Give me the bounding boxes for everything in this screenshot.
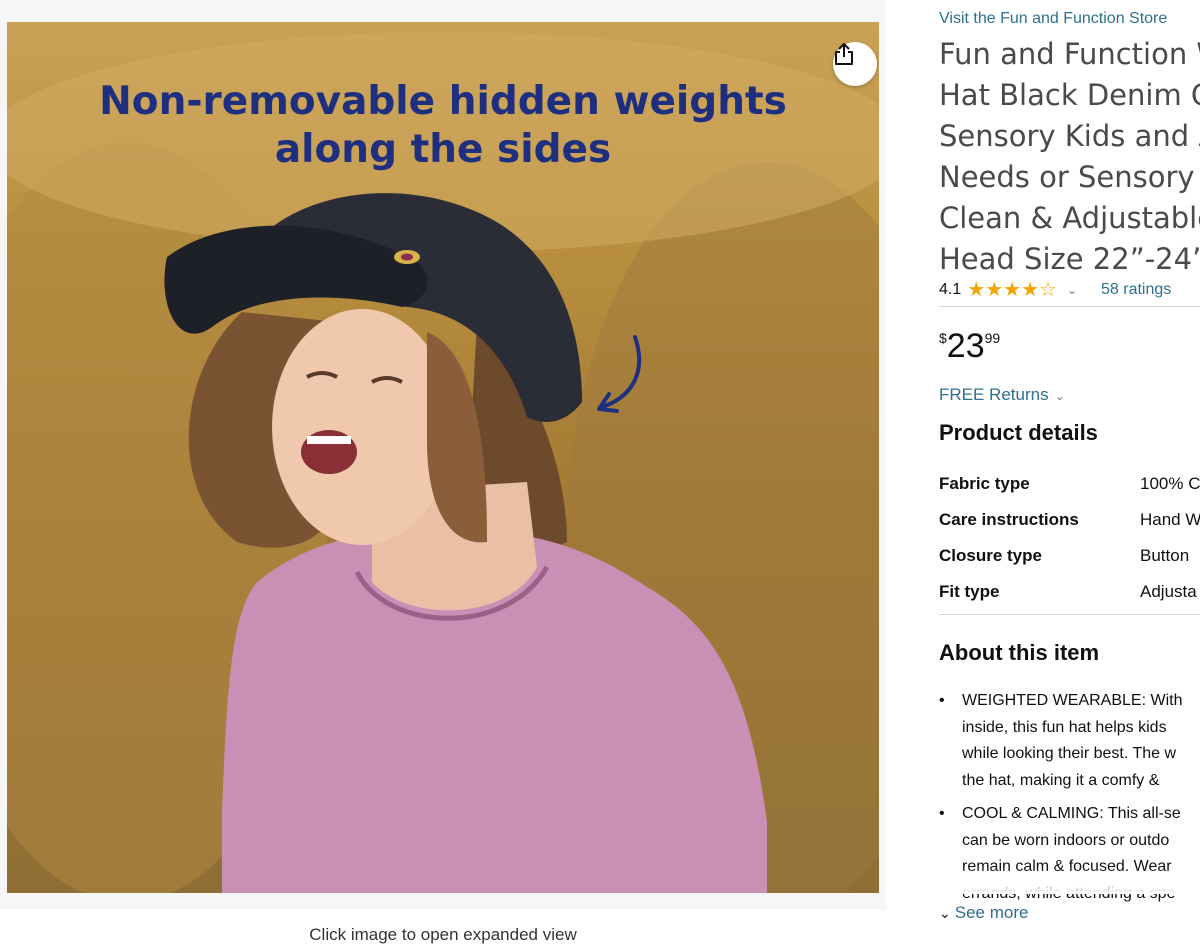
product-details-table: Fabric type 100% C Care instructions Han… [939,466,1200,610]
star-rating[interactable]: ★ ★ ★ ★ ☆ [967,280,1057,300]
share-button[interactable] [833,42,877,86]
share-icon [835,43,853,65]
chevron-down-icon: ⌄ [1054,389,1065,403]
ratings-count-link[interactable]: 58 ratings [1101,281,1171,299]
spec-label: Fabric type [939,474,1030,493]
table-row: Care instructions Hand W [939,502,1200,538]
divider [939,614,1200,615]
chevron-down-icon[interactable]: ⌄ [1067,283,1077,297]
price-whole: 23 [946,327,985,365]
expand-caption: Click image to open expanded view [309,925,577,944]
product-title: Fun and Function W Hat Black Denim Ca Se… [939,37,1200,276]
rating-row: 4.1 ★ ★ ★ ★ ☆ ⌄ 58 ratings [939,280,1171,300]
table-row: Fit type Adjusta [939,574,1200,610]
image-headline: Non-removable hidden weights along the s… [99,79,787,172]
see-more-button[interactable]: ⌄ See more [939,903,1028,923]
table-row: Closure type Button [939,538,1200,574]
price-symbol: $ [939,330,947,346]
star-empty-icon: ☆ [1039,279,1057,301]
star-filled-icon: ★ [1021,279,1039,301]
product-details-heading: Product details [939,420,1098,445]
list-item: WEIGHTED WEARABLE: With inside, this fun… [939,688,1200,794]
star-filled-icon: ★ [967,279,986,301]
spec-value: 100% C [1140,474,1200,493]
rating-value: 4.1 [939,281,962,298]
spec-label: Closure type [939,546,1042,565]
price-fraction: 99 [984,330,1001,346]
price: $2399 [939,326,1000,366]
image-panel: Non-removable hidden weights along the s… [0,0,886,944]
see-more-label: See more [954,903,1029,922]
divider [939,306,1200,307]
star-filled-icon: ★ [985,279,1004,301]
table-row: Fabric type 100% C [939,466,1200,502]
spec-label: Fit type [939,582,1000,601]
spec-value: Button [1140,546,1190,565]
spec-value: Hand W [1140,510,1200,529]
about-heading: About this item [939,640,1100,665]
text-fade-overlay [939,868,1200,894]
chevron-down-icon: ⌄ [939,904,951,921]
free-returns-link[interactable]: FREE Returns ⌄ [939,385,1065,405]
free-returns-label: FREE Returns [939,385,1049,404]
spec-value: Adjusta [1140,582,1197,601]
star-filled-icon: ★ [1003,279,1022,301]
product-details-column: Visit the Fun and Function Store Fun and… [939,0,1200,952]
spec-label: Care instructions [939,510,1079,529]
store-link[interactable]: Visit the Fun and Function Store [939,10,1167,28]
product-image[interactable]: Non-removable hidden weights along the s… [7,22,879,893]
